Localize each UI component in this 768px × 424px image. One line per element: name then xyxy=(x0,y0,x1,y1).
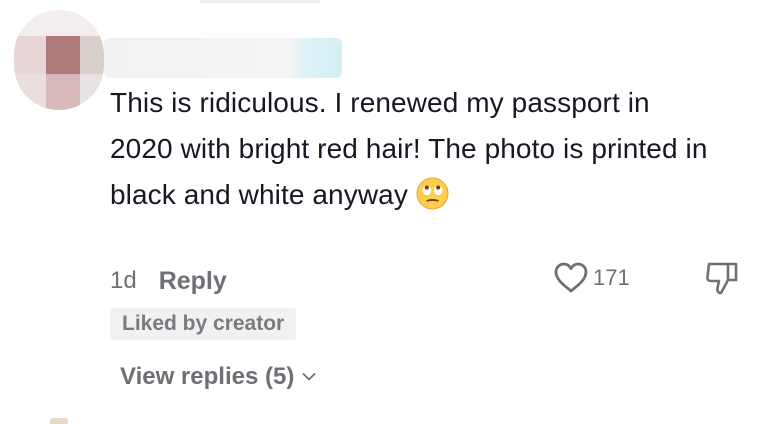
username-blurred[interactable] xyxy=(104,38,342,78)
dislike-button[interactable] xyxy=(701,258,741,298)
chevron-down-icon xyxy=(302,373,316,381)
comment-body: This is ridiculous. I renewed my passpor… xyxy=(110,87,708,210)
like-button[interactable]: 171 xyxy=(553,258,630,298)
rolling-eyes-emoji-icon xyxy=(416,177,449,210)
liked-by-creator-badge: Liked by creator xyxy=(110,308,297,340)
thumbs-down-icon xyxy=(706,262,738,295)
comment-text: This is ridiculous. I renewed my passpor… xyxy=(110,80,710,218)
avatar[interactable] xyxy=(14,10,104,110)
next-comment-avatar-fragment xyxy=(50,418,68,424)
like-count: 171 xyxy=(593,265,630,290)
view-replies-button[interactable]: View replies (5) xyxy=(120,360,316,394)
comment-meta-row: 1d Reply xyxy=(110,264,227,298)
previous-comment-fragment xyxy=(200,0,320,3)
heart-outline-icon xyxy=(554,262,588,293)
reply-button[interactable]: Reply xyxy=(159,267,227,296)
view-replies-label: View replies (5) xyxy=(120,363,295,390)
comment-age: 1d xyxy=(110,267,137,294)
